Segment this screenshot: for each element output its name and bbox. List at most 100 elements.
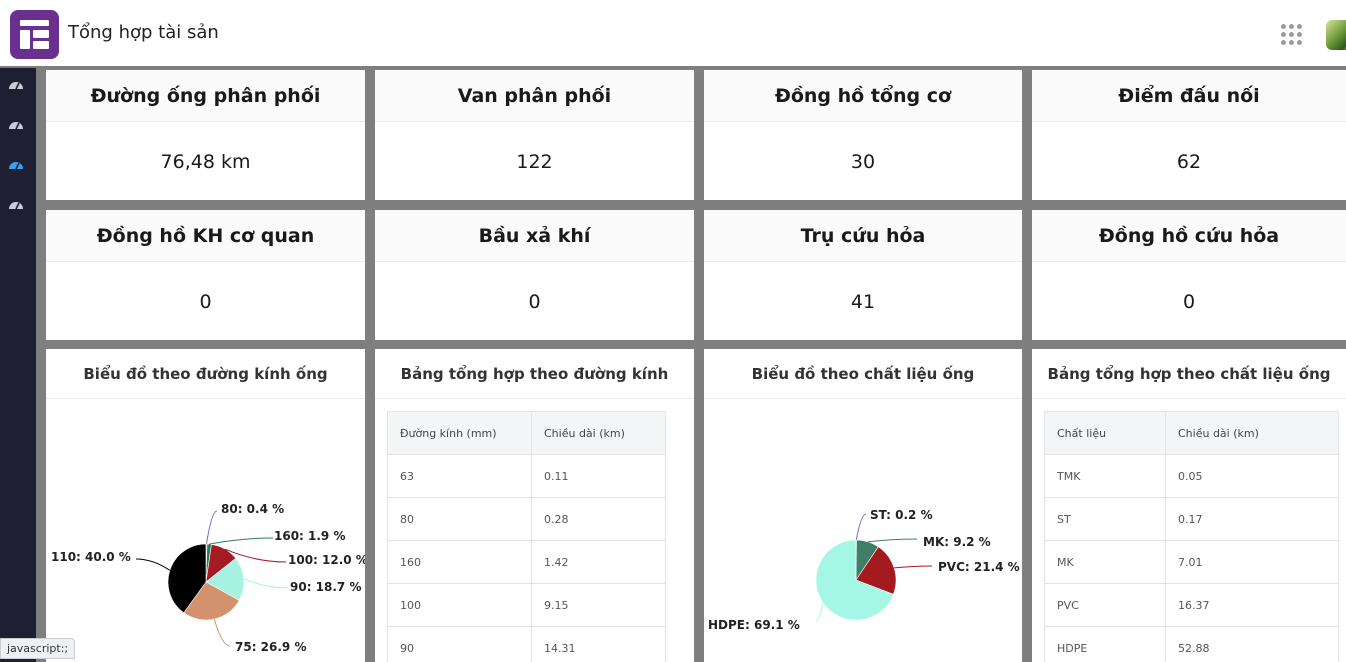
card-distribution-pipe: Đường ống phân phối 76,48 km [46,70,365,200]
table-header-cell: Chiều dài (km) [1165,411,1339,455]
sidebar [0,68,36,662]
card-value: 30 [850,151,876,173]
page-title: Tổng hợp tài sản [68,22,219,43]
table-cell: 9.15 [531,583,666,627]
dashboard-gauge-icon[interactable] [8,198,24,210]
diameter-table: Đường kính (mm) Chiều dài (km) 63 0.11 80… [387,411,666,662]
dashboard-gauge-icon[interactable] [8,78,24,90]
table-cell: 90 [387,626,532,662]
card-title: Đồng hồ KH cơ quan [96,224,315,247]
app-logo-icon[interactable] [10,10,59,59]
pie-label: 110: 40.0 % [51,550,131,564]
table-cell: 0.11 [531,454,666,498]
table-row: 90 14.31 [387,626,666,662]
dashboard-gauge-icon-active[interactable] [8,158,24,170]
pie-label: MK: 9.2 % [923,535,991,549]
card-value: 0 [1182,291,1196,313]
content-area: Đường ống phân phối 76,48 km Van phân ph… [36,68,1346,662]
table-row: TMK 0.05 [1044,454,1339,498]
panel-title: Bảng tổng hợp theo đường kính [400,364,669,383]
card-distribution-valve: Van phân phối 122 [375,70,694,200]
table-row: 63 0.11 [387,454,666,498]
card-value: 122 [516,151,553,173]
table-cell: TMK [1044,454,1166,498]
table-cell: MK [1044,540,1166,584]
pie-leader-line [135,558,171,571]
table-header-cell: Chất liệu [1044,411,1166,455]
material-pie-chart: ST: 0.2 % MK: 9.2 % PVC: 21.4 % HDPE: 69.1 … [708,508,1020,632]
card-title: Van phân phối [457,84,612,107]
card-fire-meter: Đồng hồ cứu hỏa 0 [1032,210,1346,340]
table-cell: 100 [387,583,532,627]
table-cell: ST [1044,497,1166,541]
pie-label: 160: 1.9 % [274,529,345,543]
dashboard-gauge-icon[interactable] [8,118,24,130]
table-row: 80 0.28 [387,497,666,541]
pie-label: 90: 18.7 % [290,580,361,594]
pie-leader-line [815,602,824,622]
panel-material-chart: Biểu đồ theo chất liệu ống ST: 0.2 % MK: … [704,349,1022,662]
table-cell: 0.05 [1165,454,1339,498]
table-header-cell: Chiều dài (km) [531,411,666,455]
pie-leader-line [205,510,218,545]
pie-leader-line [855,513,867,541]
panel-title: Bảng tổng hợp theo chất liệu ống [1047,364,1331,383]
card-master-meter: Đồng hồ tổng cơ 30 [704,70,1022,200]
pie-label: ST: 0.2 % [870,508,933,522]
pie-label: 80: 0.4 % [221,502,284,516]
table-header-row: Chất liệu Chiều dài (km) [1044,411,1339,455]
panel-diameter-table: Bảng tổng hợp theo đường kính Đường kính… [375,349,694,662]
pie-leader-line [243,578,289,589]
card-value: 62 [1176,151,1202,173]
user-avatar[interactable] [1326,20,1346,50]
pie-leader-line [894,565,933,569]
card-title: Đồng hồ tổng cơ [774,84,952,107]
card-value: 0 [528,291,541,313]
apps-grid-icon[interactable] [1281,24,1303,46]
table-cell: HDPE [1044,626,1166,662]
diameter-pie-chart: 80: 0.4 % 160: 1.9 % 100: 12.0 % 90: 18.7 %… [51,502,365,654]
card-value: 76,48 km [160,151,251,173]
table-row: 160 1.42 [387,540,666,584]
panel-title: Biểu đồ theo đường kính ống [83,364,328,383]
table-cell: 16.37 [1165,583,1339,627]
pie-leader-line [867,538,918,543]
card-title: Đồng hồ cứu hỏa [1098,224,1280,247]
pie-label: 100: 12.0 % [288,553,365,567]
table-cell: PVC [1044,583,1166,627]
table-row: PVC 16.37 [1044,583,1339,627]
panel-title: Biểu đồ theo chất liệu ống [751,364,975,383]
pie-label: HDPE: 69.1 % [708,618,800,632]
pie-leader-line [209,537,274,545]
panel-material-table: Bảng tổng hợp theo chất liệu ống Chất li… [1032,349,1346,662]
pie-leader-line [213,618,231,647]
card-title: Điểm đấu nối [1118,84,1260,107]
top-header: Tổng hợp tài sản [0,0,1346,68]
table-cell: 80 [387,497,532,541]
card-title: Bầu xả khí [478,224,591,247]
card-fire-hydrant: Trụ cứu hỏa 41 [704,210,1022,340]
panel-diameter-chart: Biểu đồ theo đường kính ống 80: 0.4 % 160… [46,349,365,662]
pie-label: 75: 26.9 % [235,640,306,654]
table-cell: 7.01 [1165,540,1339,584]
table-row: ST 0.17 [1044,497,1339,541]
card-value: 41 [850,291,876,313]
table-header-row: Đường kính (mm) Chiều dài (km) [387,411,666,455]
table-cell: 0.17 [1165,497,1339,541]
card-title: Đường ống phân phối [90,84,321,107]
card-agency-meter: Đồng hồ KH cơ quan 0 [46,210,365,340]
table-cell: 0.28 [531,497,666,541]
table-cell: 52.88 [1165,626,1339,662]
status-bar-link-preview: javascript:; [0,638,76,659]
table-cell: 63 [387,454,532,498]
card-title: Trụ cứu hỏa [800,224,926,247]
table-row: MK 7.01 [1044,540,1339,584]
material-table: Chất liệu Chiều dài (km) TMK 0.05 ST 0.17 … [1044,411,1339,662]
card-value: 0 [199,291,212,313]
table-row: HDPE 52.88 [1044,626,1339,662]
card-connection-point: Điểm đấu nối 62 [1032,70,1346,200]
table-row: 100 9.15 [387,583,666,627]
pie-label: PVC: 21.4 % [938,560,1020,574]
card-air-valve: Bầu xả khí 0 [375,210,694,340]
table-cell: 1.42 [531,540,666,584]
